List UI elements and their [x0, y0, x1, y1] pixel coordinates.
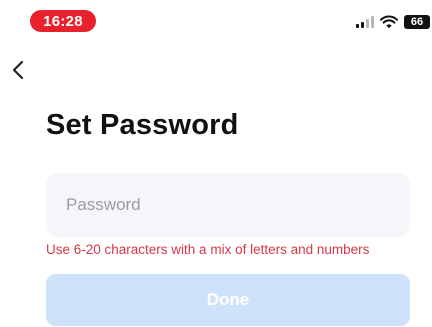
done-button[interactable]: Done — [46, 274, 410, 326]
status-bar: 16:28 66 — [0, 0, 432, 44]
status-icons: 66 — [356, 14, 430, 30]
wifi-icon — [380, 15, 398, 29]
password-hint: Use 6-20 characters with a mix of letter… — [46, 242, 370, 257]
back-button[interactable] — [6, 56, 30, 84]
battery-icon: 66 — [404, 15, 430, 29]
signal-icon — [356, 16, 374, 28]
password-input[interactable] — [46, 173, 410, 237]
page-title: Set Password — [46, 109, 239, 141]
password-field[interactable] — [46, 173, 410, 237]
status-time: 16:28 — [30, 10, 96, 32]
chevron-left-icon — [12, 60, 24, 80]
